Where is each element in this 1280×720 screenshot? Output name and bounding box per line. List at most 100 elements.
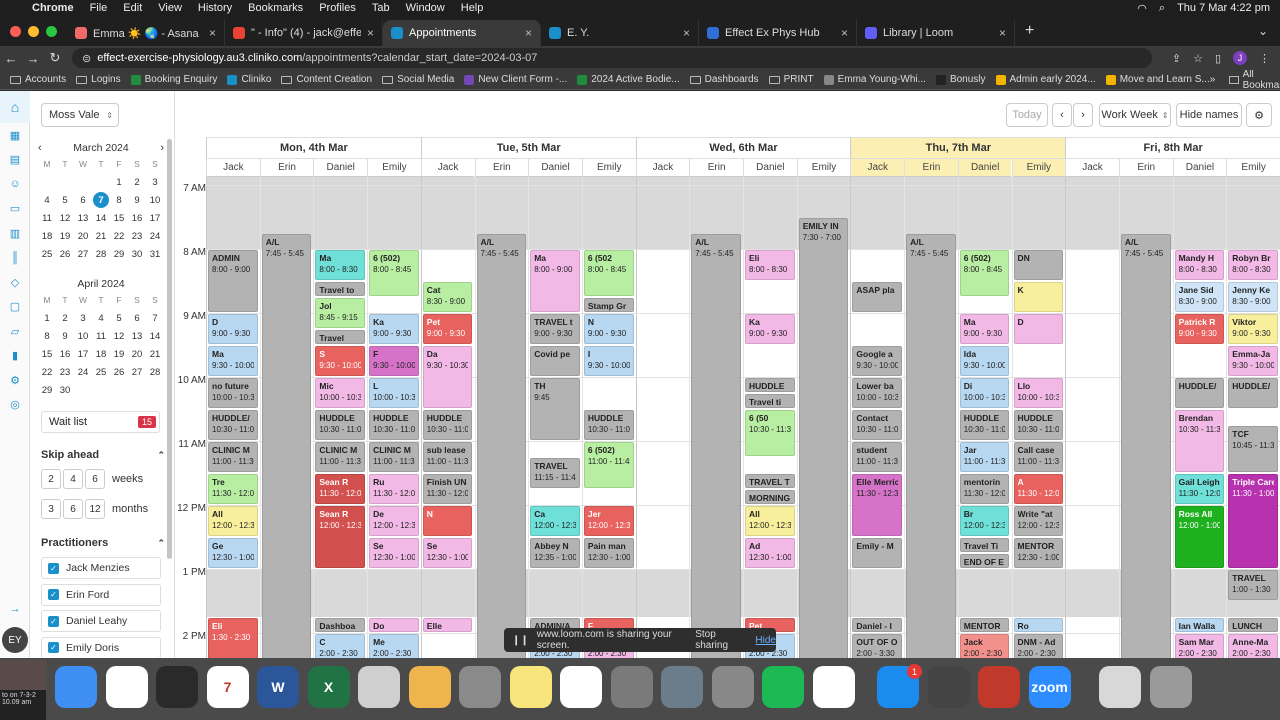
next-month-icon[interactable]: › xyxy=(160,142,164,154)
mini-calendar-day[interactable]: 9 xyxy=(128,191,146,209)
appointment[interactable]: Ross All 12:00 - 1:00 xyxy=(1174,506,1225,568)
mini-calendar-day[interactable]: 14 xyxy=(146,327,164,345)
appointment[interactable]: ASAP pla xyxy=(852,282,903,312)
appointment[interactable]: HUDDLE 10:30 - 11:00 xyxy=(422,410,473,440)
practitioner-filter[interactable]: ✓ Daniel Leahy xyxy=(41,610,161,632)
settings-icon[interactable]: ⚙ xyxy=(0,368,30,393)
appointment[interactable]: Do1:30 - 2:00 xyxy=(369,618,419,632)
dock-spotify-icon[interactable] xyxy=(762,666,804,708)
appointment[interactable]: Lower ba 10:00 - 10:30 xyxy=(852,378,903,408)
appointment[interactable]: sub lease 11:00 - 11:30 xyxy=(422,442,473,472)
appointment[interactable]: C 2:00 - 2:30 xyxy=(315,634,366,658)
dock-photos-icon[interactable] xyxy=(408,666,451,708)
appointment[interactable]: HUDDLE/10:30 - 11:00 xyxy=(208,410,258,440)
chrome-menu-icon[interactable]: ⋮ xyxy=(1259,52,1270,65)
appointment[interactable]: Travel xyxy=(315,330,366,344)
appointment[interactable]: Google a 9:30 - 10:00 xyxy=(852,346,903,376)
dock-trash-icon[interactable] xyxy=(1149,666,1192,708)
mini-calendar-day[interactable]: 16 xyxy=(56,345,74,363)
appointment[interactable]: A/L 7:45 - 5:45 xyxy=(261,234,312,658)
appointment[interactable]: Pain man 12:30 - 1:00 xyxy=(583,538,634,568)
patients-icon[interactable]: ☺ xyxy=(0,172,30,197)
mini-calendar-day[interactable]: 11 xyxy=(38,209,56,227)
appointment[interactable]: EMILY IN 7:30 - 7:00 xyxy=(798,218,849,658)
bookmark-item[interactable]: Cliniko xyxy=(227,74,271,85)
appointment[interactable]: Sean R 11:30 - 12:00 xyxy=(315,474,366,504)
documents-icon[interactable]: ▭ xyxy=(0,197,30,222)
practitioner-filter[interactable]: ✓ Jack Menzies xyxy=(41,557,161,579)
mini-calendar-day[interactable]: 4 xyxy=(38,191,56,209)
appointment[interactable]: HUDDLE/ xyxy=(1228,378,1278,408)
mini-calendar-day[interactable]: 26 xyxy=(110,363,128,381)
appointment[interactable]: TRAVEL 1:00 - 1:30 xyxy=(1228,570,1278,600)
bookmark-item[interactable]: Dashboards xyxy=(689,74,759,85)
bookmark-item[interactable]: 2024 Active Bodie... xyxy=(577,74,680,85)
mini-calendar-day[interactable]: 24 xyxy=(146,227,164,245)
appointment[interactable]: student 11:00 - 11:30 xyxy=(852,442,903,472)
appointment[interactable]: D 9:00 - 9:30 xyxy=(208,314,258,344)
appointment[interactable]: Contact 10:30 - 11:00 xyxy=(852,410,903,440)
apple-icon[interactable] xyxy=(8,0,24,16)
appointment[interactable]: Robyn Br 8:00 - 8:30 xyxy=(1228,250,1278,280)
mini-calendar-day[interactable]: 19 xyxy=(110,345,128,363)
appointment[interactable]: CLINIC M 11:00 - 11:30 xyxy=(369,442,419,472)
bookmark-item[interactable]: Bonusly xyxy=(935,74,986,85)
bookmark-item[interactable]: Booking Enquiry xyxy=(130,74,217,85)
dock-calculator-icon[interactable] xyxy=(711,666,754,708)
bookmark-item[interactable]: Accounts xyxy=(10,74,66,85)
appointment[interactable]: HUDDLE 10:30 - 11:00 xyxy=(369,410,419,440)
url-bar[interactable]: ⊜ effect-exercise-physiology.au3.cliniko… xyxy=(72,48,1152,68)
new-tab-button[interactable]: + xyxy=(1015,22,1044,46)
skip-weeks-4-button[interactable]: 4 xyxy=(63,469,83,489)
appointment[interactable]: Ru 11:30 - 12:00 xyxy=(369,474,419,504)
appointment[interactable]: TRAVEL t 9:00 - 9:30 xyxy=(530,314,580,344)
dashboard-icon[interactable]: ▦ xyxy=(0,123,30,148)
browser-tab[interactable]: Emma ☀️ 🌏 - Asana × xyxy=(67,20,225,46)
appointment[interactable]: Se 12:30 - 1:00 xyxy=(369,538,419,568)
mini-calendar-day[interactable]: 20 xyxy=(74,227,92,245)
view-select[interactable]: Work Week ⇕ xyxy=(1099,103,1171,127)
close-tab-icon[interactable]: × xyxy=(999,26,1006,40)
dock-zoom-icon[interactable]: zoom xyxy=(1028,666,1071,708)
maximize-window-icon[interactable] xyxy=(46,26,57,37)
appointment[interactable]: Emily - M xyxy=(852,538,903,568)
side-panel-icon[interactable]: ▯ xyxy=(1215,52,1221,65)
mini-calendar-day[interactable]: 29 xyxy=(110,245,128,263)
appointment[interactable]: Gail Leigh 11:30 - 12:00 xyxy=(1174,474,1225,504)
dock-calendar-icon[interactable]: 7 xyxy=(206,666,249,708)
appointment[interactable]: Ma 8:00 - 9:00 xyxy=(530,250,580,312)
dock-notes-icon[interactable] xyxy=(509,666,552,708)
mini-calendar-day[interactable]: 13 xyxy=(128,327,146,345)
appointment[interactable]: Ad 12:30 - 1:00 xyxy=(745,538,795,568)
mini-calendar-day[interactable]: 22 xyxy=(38,363,56,381)
appointment[interactable]: Call case 11:00 - 11:30 xyxy=(1013,442,1064,472)
appointment[interactable]: Eli 1:30 - 2:30 xyxy=(208,618,258,658)
dock-system-settings-icon[interactable] xyxy=(610,666,653,708)
close-tab-icon[interactable]: × xyxy=(841,26,848,40)
expand-rail-icon[interactable]: → xyxy=(0,603,30,615)
mini-calendar-day[interactable]: 5 xyxy=(110,309,128,327)
appointment[interactable]: Jane Sid 8:30 - 9:00 xyxy=(1174,282,1225,312)
mini-calendar-day[interactable]: 22 xyxy=(110,227,128,245)
appointment[interactable]: Ma 9:00 - 9:30 xyxy=(959,314,1010,344)
wait-list-button[interactable]: Wait list 15 xyxy=(41,411,160,433)
appointment[interactable]: END OF E xyxy=(959,554,1010,568)
mini-calendar-day[interactable]: 15 xyxy=(38,345,56,363)
mini-calendar-day[interactable]: 28 xyxy=(146,363,164,381)
browser-tab[interactable]: " - Info" (4) - jack@effectexercise × xyxy=(225,20,383,46)
appointment[interactable]: Finish UN 11:30 - 12:00 xyxy=(422,474,473,504)
appointment[interactable]: LUNCH1:30 - 2:00 xyxy=(1228,618,1278,632)
day-header[interactable]: Thu, 7th Mar xyxy=(850,137,1066,159)
mini-calendar-day[interactable]: 4 xyxy=(92,309,110,327)
mini-calendar-day[interactable]: 10 xyxy=(146,191,164,209)
bookmark-item[interactable]: Move and Learn S... xyxy=(1105,74,1210,85)
checkbox-checked-icon[interactable]: ✓ xyxy=(48,615,59,627)
dock-clock-icon[interactable] xyxy=(358,666,400,708)
mini-calendar-day[interactable]: 9 xyxy=(56,327,74,345)
appointment[interactable]: D xyxy=(1013,314,1064,344)
mini-calendar-day[interactable]: 18 xyxy=(92,345,110,363)
profile-avatar[interactable]: J xyxy=(1233,51,1247,65)
mini-calendar-day[interactable]: 3 xyxy=(74,309,92,327)
appointment[interactable]: Sam Mar 2:00 - 2:30 xyxy=(1174,634,1225,658)
appointment[interactable]: I 9:30 - 10:00 xyxy=(583,346,634,376)
